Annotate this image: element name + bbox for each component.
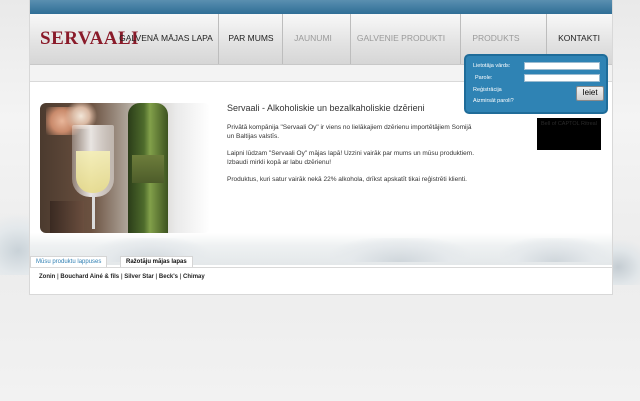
article-paragraph: Privātā kompānija "Servaali Oy" ir viens… — [227, 124, 472, 140]
bottle-label-image-part — [132, 155, 164, 183]
login-box: Lietotāja vārds: Parole: Reģistrācija Ai… — [464, 54, 608, 114]
top-color-bar — [30, 0, 612, 14]
brand-link-silver-star[interactable]: Silver Star — [124, 274, 154, 280]
flash-banner[interactable]: Bell of CAPTOL Ritreal — [537, 118, 601, 150]
article-paragraph: Produktus, kuri satur vairāk nekā 22% al… — [227, 176, 467, 183]
tab-our-product-pages[interactable]: Mūsu produktu lappuses — [30, 256, 108, 267]
brand-links: Zonin | Bouchard Ainé & fils | Silver St… — [39, 274, 205, 280]
bottle-image-part — [50, 201, 84, 233]
username-input[interactable] — [524, 62, 600, 70]
tab-producer-pages[interactable]: Ražotāju mājas lapas — [120, 256, 193, 267]
wine-image-part — [76, 151, 110, 193]
forgot-password-link[interactable]: Aizmirsāt paroli? — [473, 98, 514, 104]
brand-link-bouchard[interactable]: Bouchard Ainé & fils — [60, 274, 119, 280]
brand-link-becks[interactable]: Beck's — [159, 274, 178, 280]
glass-stem-image-part — [92, 195, 95, 229]
brand-link-chimay[interactable]: Chimay — [183, 274, 205, 280]
water-wave — [330, 238, 470, 262]
login-button[interactable]: Ieiet — [576, 86, 604, 101]
site-container: SERVAALI GALVENĀ MĀJAS LAPA PAR MUMS JAU… — [29, 0, 613, 295]
water-wave — [500, 238, 610, 262]
champagne-photo — [40, 103, 210, 233]
article-title: Servaali - Alkoholiskie un bezalkaholisk… — [227, 103, 425, 113]
brand-links-bar: Zonin | Bouchard Ainé & fils | Silver St… — [30, 267, 612, 288]
nav-item-main-products[interactable]: GALVENIE PRODUKTI — [350, 14, 451, 64]
nav-item-about[interactable]: PAR MUMS — [218, 14, 283, 64]
brand-link-zonin[interactable]: Zonin — [39, 274, 55, 280]
nav-item-news[interactable]: JAUNUMI — [282, 14, 343, 64]
username-label: Lietotāja vārds: — [473, 63, 511, 69]
password-label: Parole: — [475, 75, 493, 81]
article-paragraph: Laipni lūdzam "Servaali Oy" mājas lapā! … — [227, 150, 475, 166]
password-input[interactable] — [524, 74, 600, 82]
register-link[interactable]: Reģistrācija — [473, 87, 502, 93]
nav-item-home[interactable]: GALVENĀ MĀJAS LAPA — [116, 14, 216, 64]
